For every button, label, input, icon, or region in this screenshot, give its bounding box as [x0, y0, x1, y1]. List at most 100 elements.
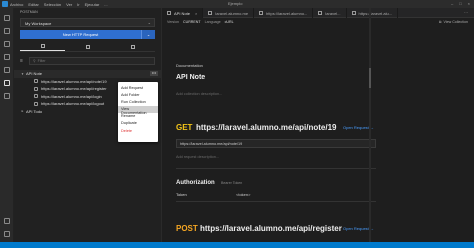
collection-title: API Note — [176, 74, 206, 81]
settings-gear-icon[interactable] — [4, 231, 10, 237]
version-label: Version — [167, 20, 179, 24]
request-description-placeholder[interactable]: Add request description... — [176, 155, 219, 159]
window-controls: – □ × — [451, 1, 470, 6]
menu-item-add-request[interactable]: Add Request — [118, 84, 158, 91]
activity-bar — [0, 8, 14, 248]
documentation-label: Documentation — [176, 63, 203, 68]
menu-item-run-collection[interactable]: Run Collection — [118, 98, 158, 105]
remote-icon[interactable] — [4, 93, 10, 99]
vscode-logo-icon — [2, 1, 8, 7]
context-menu: Add Request Add Folder Run Collection Vi… — [118, 82, 158, 142]
tab-request[interactable]: https://laravel.alumno... — [254, 8, 314, 18]
request-url-heading: https://laravel.alumno.me/api/register — [200, 224, 342, 233]
auth-type: Bearer Token — [221, 181, 243, 185]
request-url-box: https://laravel.alumno.me/api/note/19 — [176, 139, 376, 148]
request-label: https://laravel.alumno.me/api/login — [41, 93, 102, 99]
search-icon[interactable] — [4, 28, 10, 34]
account-icon[interactable] — [4, 218, 10, 224]
menu-more[interactable]: ... — [104, 2, 107, 7]
maximize-icon[interactable]: □ — [459, 1, 461, 6]
scrollbar-thumb[interactable] — [369, 68, 371, 88]
folder-api-note[interactable]: ▾ API Note ••• — [14, 70, 161, 78]
tab-history[interactable] — [110, 42, 155, 51]
divider — [176, 201, 376, 202]
menu-item-view-documentation[interactable]: View Documentation — [118, 105, 158, 115]
explorer-icon[interactable] — [4, 15, 10, 21]
authorization-heading: Authorization — [176, 180, 215, 186]
extensions-icon[interactable] — [4, 67, 10, 73]
menu-ir[interactable]: Ir — [77, 2, 79, 7]
request-label: https://laravel.alumno.me/api/register — [41, 86, 107, 92]
request-icon — [318, 11, 323, 15]
status-bar — [0, 242, 474, 248]
request-icon — [34, 101, 38, 106]
menu-ejecutar[interactable]: Ejecutar — [85, 2, 100, 7]
sidebar-tabs — [20, 42, 155, 51]
title-bar: Archivo Editar Selección Ver Ir Ejecutar… — [0, 0, 474, 8]
collection-icon — [167, 11, 171, 15]
close-icon[interactable]: × — [195, 11, 197, 16]
tab-request[interactable]: https://laravel.alu... — [347, 8, 399, 18]
close-icon[interactable]: × — [468, 1, 470, 6]
folder-label: API Note — [26, 71, 43, 77]
more-actions-icon[interactable]: ··· — [458, 8, 474, 17]
request-icon — [34, 94, 38, 99]
tab-label: https://laravel.alumno... — [266, 10, 308, 16]
collections-icon — [40, 44, 45, 48]
tab-label: API Note — [174, 10, 191, 16]
collection-description-placeholder[interactable]: Add collection description... — [176, 92, 222, 96]
doc-toolbar: Version CURRENT Language cURL ⧉ View Col… — [162, 18, 474, 26]
filter-icon: ⚲ — [33, 59, 36, 63]
vertical-scrollbar[interactable] — [369, 8, 371, 248]
menu-ver[interactable]: Ver — [66, 2, 72, 7]
request-icon — [34, 86, 38, 91]
window-title: Ejemplo — [228, 1, 243, 6]
request-icon — [208, 11, 213, 15]
new-request-dropdown-icon[interactable]: ⌄ — [141, 30, 155, 39]
token-value: <token> — [236, 192, 251, 197]
new-http-request-button[interactable]: New HTTP Request ⌄ — [20, 30, 155, 39]
editor-tabs: API Note × laravel.alumno.me https://lar… — [162, 8, 474, 18]
tab-collections[interactable] — [20, 42, 65, 51]
request-url-heading: https://laravel.alumno.me/api/note/19 — [196, 123, 337, 132]
menu-archivo[interactable]: Archivo — [10, 2, 23, 7]
chevron-down-icon[interactable]: ▾ — [19, 72, 26, 76]
token-label: Token — [176, 192, 187, 197]
environments-icon — [85, 44, 90, 49]
folder-label: API Todo — [26, 108, 43, 114]
divider — [176, 168, 376, 169]
menu-item-add-folder[interactable]: Add Folder — [118, 91, 158, 98]
menu-item-duplicate[interactable]: Duplicate — [118, 120, 158, 127]
filter-input[interactable]: ⚲ Filter — [29, 57, 155, 65]
run-debug-icon[interactable] — [4, 54, 10, 60]
more-options-button[interactable]: ••• — [150, 71, 158, 76]
request-icon — [259, 11, 264, 15]
tab-label: laravel... — [325, 10, 341, 16]
tab-api-note[interactable]: API Note × — [162, 8, 204, 18]
request-icon — [34, 79, 38, 84]
tab-request[interactable]: laravel... — [313, 8, 347, 18]
menu-item-delete[interactable]: Delete — [118, 127, 158, 134]
chevron-down-icon: ⌄ — [147, 20, 151, 25]
minimize-icon[interactable]: – — [451, 1, 453, 6]
language-label: Language — [204, 20, 221, 24]
menu-bar: Archivo Editar Selección Ver Ir Ejecutar… — [10, 2, 108, 7]
source-control-icon[interactable] — [4, 41, 10, 47]
view-collection-button[interactable]: ⧉ View Collection — [439, 20, 468, 24]
filter-placeholder: Filter — [37, 59, 46, 63]
menu-seleccion[interactable]: Selección — [44, 2, 61, 7]
workspace-label: My Workspace — [25, 21, 52, 26]
new-http-request-label: New HTTP Request — [62, 32, 99, 37]
tab-request[interactable]: laravel.alumno.me — [203, 8, 255, 18]
divider — [20, 51, 155, 52]
menu-icon[interactable]: ≡ — [20, 58, 26, 64]
postman-icon[interactable] — [4, 80, 10, 86]
tab-label: https://laravel.alu... — [358, 10, 393, 16]
tab-environments[interactable] — [65, 42, 110, 51]
version-select[interactable]: CURRENT — [183, 20, 201, 24]
menu-editar[interactable]: Editar — [28, 2, 38, 7]
workspace-selector[interactable]: My Workspace ⌄ — [20, 18, 155, 27]
chevron-right-icon[interactable]: ▸ — [19, 109, 26, 113]
request-label: https://laravel.alumno.me/api/logout — [41, 101, 105, 107]
language-select[interactable]: cURL — [225, 20, 234, 24]
